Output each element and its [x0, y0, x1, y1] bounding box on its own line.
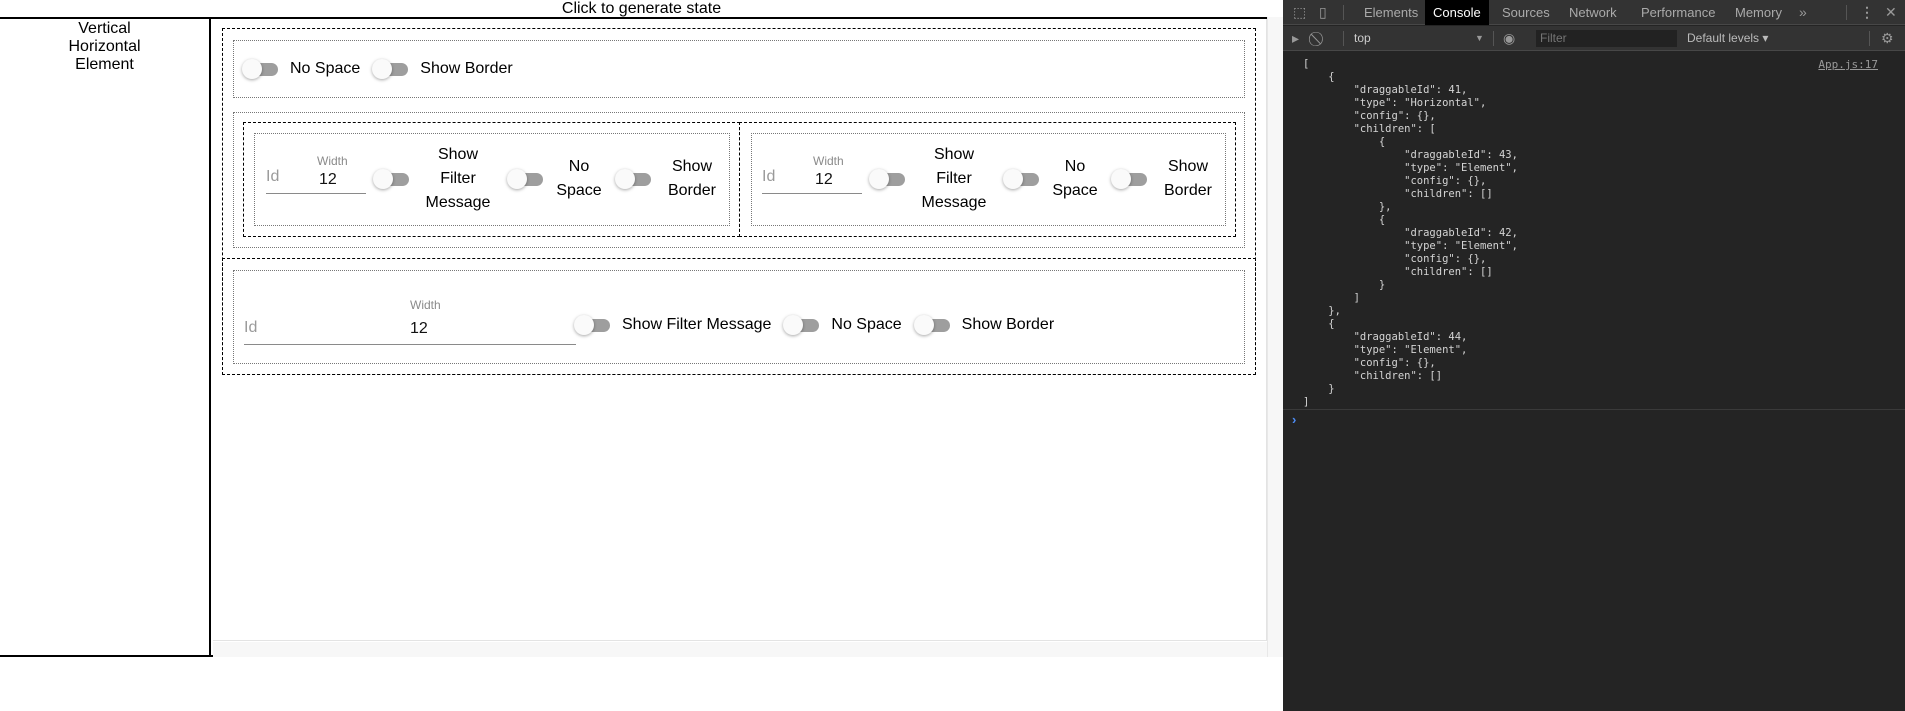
palette-item-vertical[interactable]: Vertical — [0, 20, 209, 38]
no-space-label: No Space — [290, 60, 361, 77]
tab-memory[interactable]: Memory — [1727, 0, 1790, 25]
element-43-fields[interactable]: Id Width 12 — [266, 154, 366, 194]
console-prompt-icon: › — [1292, 412, 1297, 427]
console-output: [ { "draggableId": 41, "type": "Horizont… — [1283, 52, 1905, 412]
show-border-label: Show Border — [420, 60, 513, 77]
kebab-menu-icon[interactable]: ⋮ — [1860, 0, 1874, 25]
no-space-label: No Space — [1052, 158, 1098, 199]
show-border-toggle[interactable] — [615, 169, 651, 189]
chevron-down-icon[interactable]: ▼ — [1475, 26, 1484, 50]
id-input-placeholder[interactable]: Id — [762, 168, 775, 186]
log-levels-dropdown[interactable]: Default levels ▾ — [1687, 26, 1768, 50]
sidebar-toggle-icon[interactable]: ▸ — [1292, 26, 1299, 50]
no-space-toggle[interactable] — [507, 169, 543, 189]
tab-console[interactable]: Console — [1425, 0, 1489, 25]
canvas-content: No Space Show Border Id Width 12 Show Fil… — [213, 19, 1267, 641]
divider — [1846, 5, 1847, 20]
width-label: Width — [813, 154, 844, 168]
width-label: Width — [410, 298, 441, 312]
element-44-toggles: Show Filter Message No Space Show Border — [574, 313, 1054, 337]
no-space-label: No Space — [831, 316, 902, 333]
show-filter-message-label: Show Filter Message — [425, 146, 491, 211]
inspect-element-icon[interactable]: ⬚ — [1293, 0, 1306, 25]
no-space-label: No Space — [556, 158, 602, 199]
devtools-panel: ⬚ ▯ Elements Console Sources Network Per… — [1283, 0, 1905, 711]
show-filter-message-toggle[interactable] — [574, 315, 610, 335]
devtools-tabbar: ⬚ ▯ Elements Console Sources Network Per… — [1283, 0, 1905, 25]
tab-sources[interactable]: Sources — [1494, 0, 1558, 25]
width-input[interactable]: 12 — [319, 171, 337, 189]
palette-sidebar: Vertical Horizontal Element — [0, 19, 211, 655]
source-link[interactable]: App.js:17 — [1818, 58, 1878, 71]
show-filter-message-label: Show Filter Message — [622, 316, 772, 333]
palette-item-element[interactable]: Element — [0, 56, 209, 74]
element-43-toggles: Show Filter Message No Space Show Border — [373, 139, 721, 219]
show-border-toggle[interactable] — [913, 315, 950, 335]
vertical-root-toggles: No Space Show Border — [242, 57, 513, 81]
width-label: Width — [317, 154, 348, 168]
id-input-placeholder[interactable]: Id — [244, 319, 257, 337]
tab-network[interactable]: Network — [1561, 0, 1625, 25]
palette-item-horizontal[interactable]: Horizontal — [0, 38, 209, 56]
divider — [1493, 31, 1494, 46]
no-space-toggle[interactable] — [242, 59, 278, 79]
settings-gear-icon[interactable]: ⚙ — [1881, 26, 1894, 50]
vertical-scrollbar[interactable] — [1267, 17, 1283, 657]
no-space-toggle[interactable] — [783, 315, 820, 335]
element-44-fields[interactable]: Id Width 12 — [244, 298, 576, 345]
divider — [1343, 5, 1344, 20]
show-filter-message-toggle[interactable] — [869, 169, 905, 189]
filter-input[interactable] — [1536, 30, 1677, 47]
console-input[interactable] — [1307, 410, 1897, 428]
show-filter-message-toggle[interactable] — [373, 169, 409, 189]
no-space-toggle[interactable] — [1003, 169, 1039, 189]
context-selector[interactable]: top — [1354, 26, 1371, 50]
width-input[interactable]: 12 — [815, 171, 833, 189]
app-page: Click to generate state Vertical Horizon… — [0, 0, 1283, 711]
show-border-label: Show Border — [961, 316, 1055, 333]
eye-icon[interactable]: ◉ — [1503, 26, 1515, 50]
width-input[interactable]: 12 — [410, 320, 428, 338]
device-toolbar-icon[interactable]: ▯ — [1319, 0, 1327, 25]
element-42-fields[interactable]: Id Width 12 — [762, 154, 862, 194]
console-log-entry: [ { "draggableId": 41, "type": "Horizont… — [1303, 58, 1518, 408]
divider — [1869, 31, 1870, 46]
more-tabs-icon[interactable]: » — [1799, 0, 1807, 25]
tab-elements[interactable]: Elements — [1356, 0, 1426, 25]
show-border-toggle[interactable] — [1111, 169, 1147, 189]
generate-state-button[interactable]: Click to generate state — [0, 0, 1283, 17]
console-toolbar: ▸ ⃠ top ▼ ◉ Default levels ▾ ⚙ — [1283, 26, 1905, 51]
horizontal-scrollbar[interactable] — [213, 642, 1283, 657]
close-icon[interactable]: ✕ — [1885, 0, 1897, 25]
show-border-label: Show Border — [1163, 158, 1213, 199]
builder-canvas: No Space Show Border Id Width 12 Show Fil… — [213, 19, 1283, 657]
id-input-placeholder[interactable]: Id — [266, 168, 279, 186]
builder-frame: Vertical Horizontal Element No Space Sho… — [0, 17, 1283, 657]
show-border-label: Show Border — [667, 158, 717, 199]
element-42-toggles: Show Filter Message No Space Show Border — [869, 139, 1217, 219]
tab-performance[interactable]: Performance — [1633, 0, 1723, 25]
show-border-toggle[interactable] — [372, 59, 409, 79]
divider — [1343, 31, 1344, 46]
show-filter-message-label: Show Filter Message — [921, 146, 987, 211]
